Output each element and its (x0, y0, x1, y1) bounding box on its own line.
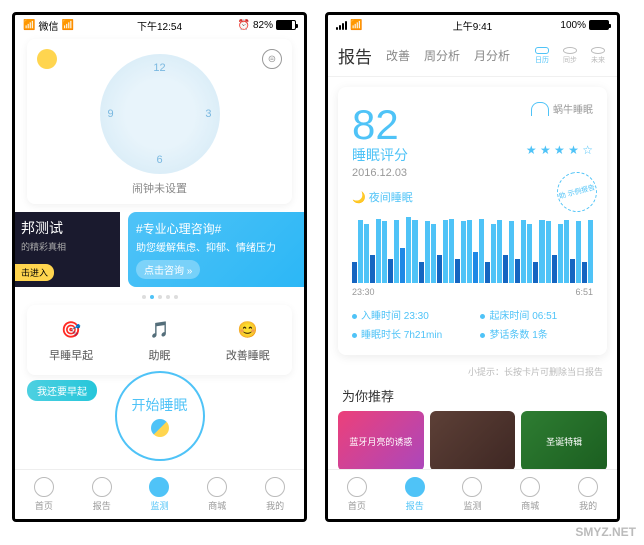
signal-icon (336, 21, 347, 30)
chat-icon[interactable]: ⊜ (262, 49, 282, 69)
tab-monitor[interactable]: 监测 (131, 470, 189, 519)
stat-dreams: 梦话条数 1条 (480, 326, 588, 341)
banner-test[interactable]: 邦测试 的精彩真相 击进入 (15, 212, 120, 287)
battery-icon (276, 20, 296, 30)
axis-end: 6:51 (575, 287, 593, 297)
status-time: 下午12:54 (137, 18, 182, 33)
tab-monitor-r[interactable]: 监测 (444, 470, 502, 519)
nav-month[interactable]: 月分析 (474, 47, 510, 64)
watermark: SMYZ.NET (575, 525, 636, 539)
me-icon (578, 477, 598, 497)
start-sleep-button[interactable]: 开始睡眠 (115, 371, 205, 461)
tab-report-r[interactable]: 报告 (386, 470, 444, 519)
wifi-icon: 📶 (350, 20, 362, 31)
battery-pct-r: 100% (560, 20, 586, 31)
face-icon: 😊 (235, 317, 261, 343)
banner2-title: #专业心理咨询# (136, 220, 304, 237)
clock-12: 12 (153, 62, 165, 74)
action-improve[interactable]: 😊 改善睡眠 (204, 317, 292, 363)
stat-sleep-time: 入睡时间 23:30 (352, 307, 460, 322)
alarm-unset-label: 闹钟未设置 (132, 180, 187, 196)
me-icon (265, 477, 285, 497)
tab-home[interactable]: 首页 (15, 470, 73, 519)
early-pill[interactable]: 我还要早起 (27, 380, 97, 401)
tip-text: 小提示：长按卡片可删除当日报告 (328, 365, 603, 378)
start-label: 开始睡眠 (132, 395, 188, 415)
report-icon (92, 477, 112, 497)
monitor-icon (149, 477, 169, 497)
status-bar: 📶 微信 📶 下午12:54 ⏰ 82% (15, 15, 304, 35)
tab-me[interactable]: 我的 (246, 470, 304, 519)
axis-start: 23:30 (352, 287, 375, 297)
future-button[interactable]: 未来 (589, 47, 607, 65)
banner2-sub: 助您缓解焦虑、抑郁、情绪压力 (136, 239, 304, 254)
status-bar-r: 📶 上午9:41 100% (328, 15, 617, 35)
brand-logo-icon (531, 102, 549, 116)
coin-icon[interactable] (37, 49, 57, 69)
clock-6: 6 (156, 154, 162, 166)
banner1-btn[interactable]: 击进入 (15, 264, 54, 281)
banner1-sub: 的精彩真相 (21, 240, 114, 253)
report-card[interactable]: 蜗牛睡眠 82 ★ ★ ★ ★ ☆ 睡眠评分 2016.12.03 助 示例报告… (338, 87, 607, 355)
banner2-btn[interactable]: 点击咨询 » (136, 260, 200, 279)
sync-icon (563, 47, 577, 54)
target-icon: 🎯 (58, 317, 84, 343)
music-icon: 🎵 (146, 317, 172, 343)
banner-consult[interactable]: #专业心理咨询# 助您缓解焦虑、抑郁、情绪压力 点击咨询 » (128, 212, 304, 287)
nav-week[interactable]: 周分析 (424, 47, 460, 64)
signal-icon: 📶 (23, 20, 35, 31)
battery-icon (589, 20, 609, 30)
banner1-title: 邦测试 (21, 218, 114, 238)
tab-bar-r: 首页 报告 监测 商城 我的 (328, 469, 617, 519)
brand: 蜗牛睡眠 (531, 101, 593, 116)
tab-bar: 首页 报告 监测 商城 我的 (15, 469, 304, 519)
clock-dial[interactable]: 12 3 6 9 (100, 54, 220, 174)
tab-me-r[interactable]: 我的 (559, 470, 617, 519)
quick-actions: 🎯 早睡早起 🎵 助眠 😊 改善睡眠 (27, 305, 292, 375)
rec-card-2[interactable] (430, 411, 516, 471)
home-icon (347, 477, 367, 497)
shop-icon (520, 477, 540, 497)
status-time-r: 上午9:41 (453, 18, 492, 33)
rec-card-1[interactable]: 蓝牙月亮的诱惑 (338, 411, 424, 471)
tab-home-r[interactable]: 首页 (328, 470, 386, 519)
rec-card-3[interactable]: 圣诞特辑 (521, 411, 607, 471)
tab-shop[interactable]: 商城 (188, 470, 246, 519)
phone-left: 📶 微信 📶 下午12:54 ⏰ 82% ⊜ 12 3 6 9 闹钟未设置 邦测… (12, 12, 307, 522)
calendar-button[interactable]: 日历 (533, 47, 551, 65)
page-title: 报告 (338, 43, 372, 68)
tab-report[interactable]: 报告 (73, 470, 131, 519)
sleep-chart (352, 213, 593, 283)
monitor-icon (462, 477, 482, 497)
battery-pct: 82% (253, 20, 273, 31)
alarm-icon: ⏰ (238, 20, 250, 31)
stat-wake-time: 起床时间 06:51 (480, 307, 588, 322)
wifi-icon: 📶 (61, 20, 73, 31)
clock-9: 9 (108, 108, 114, 120)
home-icon (34, 477, 54, 497)
carrier: 微信 (38, 18, 58, 33)
sleep-stats: 入睡时间 23:30 起床时间 06:51 睡眠时长 7h21min 梦话条数 … (352, 307, 593, 341)
action-early[interactable]: 🎯 早睡早起 (27, 317, 115, 363)
shop-icon (207, 477, 227, 497)
clock-card: ⊜ 12 3 6 9 闹钟未设置 (27, 39, 292, 204)
tab-shop-r[interactable]: 商城 (501, 470, 559, 519)
carousel-dots (27, 295, 292, 299)
clock-3: 3 (205, 108, 211, 120)
calendar-icon (535, 47, 549, 54)
star-rating: ★ ★ ★ ★ ☆ (526, 143, 593, 157)
stat-duration: 睡眠时长 7h21min (352, 326, 460, 341)
recommend-title: 为你推荐 (342, 386, 603, 405)
report-icon (405, 477, 425, 497)
sync-button[interactable]: 同步 (561, 47, 579, 65)
score-date: 2016.12.03 (352, 167, 593, 179)
report-header: 报告 改善 周分析 月分析 日历 同步 未来 (328, 35, 617, 77)
action-sleep-aid[interactable]: 🎵 助眠 (115, 317, 203, 363)
recommend-row: 蓝牙月亮的诱惑 圣诞特辑 (328, 411, 617, 471)
future-icon (591, 47, 605, 54)
phone-right: 📶 上午9:41 100% 报告 改善 周分析 月分析 日历 同步 未来 蜗牛睡… (325, 12, 620, 522)
nav-improve[interactable]: 改善 (386, 47, 410, 64)
time-axis: 23:30 6:51 (352, 287, 593, 297)
moon-icon (151, 419, 169, 437)
